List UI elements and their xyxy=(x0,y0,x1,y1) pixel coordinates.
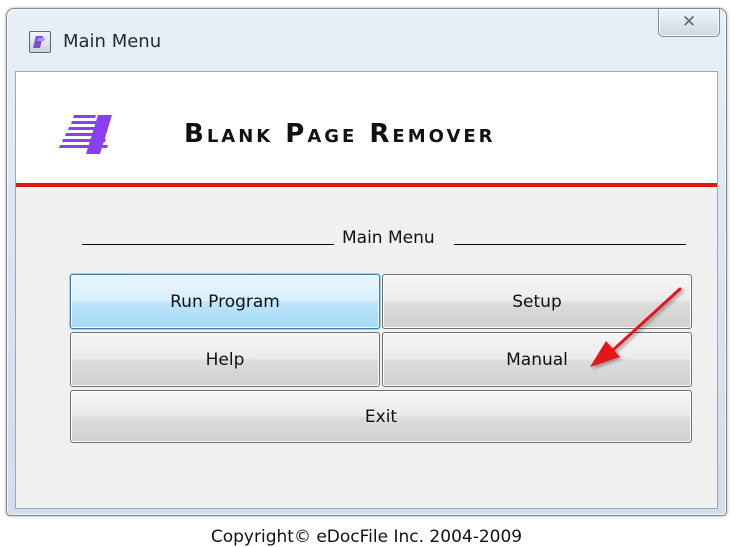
close-button[interactable]: ✕ xyxy=(658,9,720,37)
exit-label: Exit xyxy=(364,406,398,427)
product-title: Blank Page Remover xyxy=(184,119,496,149)
main-menu-window: Main Menu ✕ Blank Page Remover Main Menu… xyxy=(6,8,727,547)
close-icon[interactable]: ✕ xyxy=(659,12,719,32)
run-program-button[interactable]: Run Program xyxy=(70,274,380,329)
section-header-label: Main Menu xyxy=(342,228,435,248)
red-arrow-annotation xyxy=(590,287,682,367)
app-icon xyxy=(29,31,51,53)
run-program-label: Run Program xyxy=(170,291,280,312)
section-header: Main Menu xyxy=(82,224,686,252)
exit-button[interactable]: Exit xyxy=(70,390,692,443)
client-area: Blank Page Remover Main Menu Run Program… xyxy=(15,71,718,547)
header-rule-left xyxy=(82,244,334,245)
help-label: Help xyxy=(205,349,245,370)
help-button[interactable]: Help xyxy=(70,332,380,387)
title-bar[interactable]: Main Menu ✕ xyxy=(7,9,726,71)
header-rule-right xyxy=(454,244,686,245)
menu-panel: Main Menu Run Program Setup Help Manual … xyxy=(16,187,717,547)
banner: Blank Page Remover xyxy=(16,72,717,187)
edocfile-logo xyxy=(59,115,112,154)
copyright-text: Copyright© eDocFile Inc. 2004-2009 xyxy=(210,527,523,547)
window-title: Main Menu xyxy=(63,31,162,52)
